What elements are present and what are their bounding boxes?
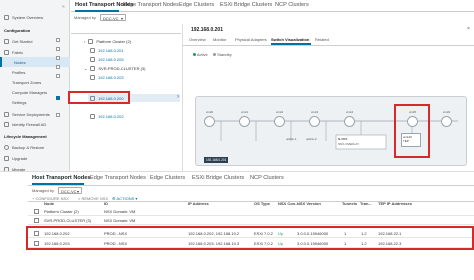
- tab-host-transport-nodes[interactable]: Host Transport Nodes: [32, 175, 90, 181]
- legend-standby: Standby: [213, 52, 232, 57]
- uplink-label: uplink-1: [286, 137, 297, 141]
- table-row[interactable]: Platform Cluster (2) NSX Domain: VM: [28, 207, 474, 216]
- host-icon: [90, 56, 95, 62]
- node-label: vmk1: [241, 110, 249, 114]
- app-window: « System Overview Configuration Get Star…: [0, 0, 474, 280]
- vmk-node-icon[interactable]: [344, 116, 355, 127]
- managed-by-select[interactable]: DCC-VC ▾: [100, 14, 126, 21]
- highlight-host-rows: [26, 226, 474, 250]
- column-header-tz[interactable]: Tran...: [360, 201, 372, 206]
- top-tab-bar: Host Transport Nodes Edge Transport Node…: [71, 0, 474, 12]
- host-icon: [90, 74, 95, 80]
- list-item[interactable]: 192.168.0.203: [90, 73, 124, 81]
- column-header-tunnels[interactable]: Tunnels: [342, 201, 357, 206]
- list-item[interactable]: ⌄ SVR-PROD-CLUSTER (3): [84, 64, 145, 72]
- node-label: vmk4: [346, 110, 354, 114]
- sidebar-heading-lifecycle: Lifecycle Management: [4, 134, 47, 139]
- uplink-label: uplink-2: [306, 137, 317, 141]
- row-checkbox[interactable]: [34, 209, 39, 214]
- tab-related[interactable]: Related: [315, 37, 329, 42]
- table-row[interactable]: SVR-PROD-CLUSTER (3) NSX Domain: VM: [28, 216, 474, 225]
- column-header-node[interactable]: Node: [44, 201, 54, 206]
- overview-icon: [4, 14, 9, 20]
- start-icon: [4, 38, 9, 44]
- tab-edge-transport-nodes[interactable]: Edge Transport Nodes: [90, 175, 146, 181]
- tab-ncp-clusters[interactable]: NCP Clusters: [250, 175, 284, 181]
- tab-ncp-clusters[interactable]: NCP Clusters: [275, 2, 309, 8]
- row-checkbox[interactable]: [56, 74, 60, 78]
- vmk-node-icon[interactable]: [274, 116, 285, 127]
- list-item[interactable]: 192.168.0.205: [90, 55, 124, 63]
- tab-monitor[interactable]: Monitor: [213, 37, 226, 42]
- sidebar-item-upgrade[interactable]: Upgrade: [0, 153, 70, 163]
- list-item[interactable]: 192.168.0.202: [90, 112, 124, 120]
- row-checkbox[interactable]: [56, 65, 60, 69]
- vmk-node-icon[interactable]: [441, 116, 452, 127]
- tab-overview[interactable]: Overview: [189, 37, 206, 42]
- tab-edge-clusters[interactable]: Edge Clusters: [179, 2, 214, 8]
- active-dot-icon: [193, 53, 196, 56]
- host-icon: [90, 113, 95, 119]
- list-item[interactable]: › Platform Cluster (2): [84, 37, 131, 45]
- chevron-down-icon: ▾: [120, 16, 123, 21]
- column-header-id[interactable]: ID: [104, 201, 108, 206]
- legend-active: Active: [193, 52, 208, 57]
- chevron-right-icon: ›: [84, 38, 86, 44]
- close-icon[interactable]: ×: [467, 26, 470, 32]
- column-header-tep[interactable]: TEP IP Addresses: [378, 201, 412, 206]
- node-label: vmk3: [311, 110, 319, 114]
- column-header-ip[interactable]: IP Address: [188, 201, 209, 206]
- collapse-sidebar-icon[interactable]: «: [62, 4, 65, 10]
- switch-label: N-VDS: [338, 137, 348, 141]
- column-header-con[interactable]: NSX Con...: [278, 201, 298, 206]
- tab-edge-clusters[interactable]: Edge Clusters: [150, 175, 185, 181]
- sidebar-item-system-overview[interactable]: System Overview: [0, 12, 70, 22]
- host-badge: 192.168.0.201: [204, 157, 229, 163]
- row-checkbox[interactable]: [56, 113, 60, 117]
- managed-by-select[interactable]: DCC-VC ▾: [58, 187, 82, 194]
- node-label: vmk2: [276, 110, 284, 114]
- column-header-version[interactable]: NSX Version: [297, 201, 321, 206]
- detail-title: 192.168.0.201: [191, 27, 223, 33]
- switch-sub-label: NSX-OVERLAY: [338, 142, 360, 146]
- tab-esxi-bridge-clusters[interactable]: ESXi Bridge Clusters: [220, 2, 272, 8]
- node-label: vmk6: [443, 110, 451, 114]
- highlight-tep-port: [394, 104, 430, 158]
- fabric-icon: [4, 49, 9, 55]
- cluster-icon: [90, 65, 96, 71]
- tab-physical-adapters[interactable]: Physical Adapters: [235, 37, 267, 42]
- active-tab-underline: [75, 10, 119, 12]
- row-checkbox-checked[interactable]: [56, 96, 60, 100]
- upgrade-icon: [4, 155, 9, 161]
- highlight-selected-host: [68, 91, 130, 104]
- vmk-node-icon[interactable]: [309, 116, 320, 127]
- sidebar-heading-configuration: Configuration: [4, 28, 31, 33]
- column-header-os[interactable]: OS Type: [254, 201, 270, 206]
- chevron-down-icon: ⌄: [84, 65, 88, 71]
- sidebar-item-backup-restore[interactable]: Backup & Restore: [0, 142, 70, 152]
- node-label: vmk0: [206, 110, 214, 114]
- managed-by-label: Managed by: [74, 15, 97, 20]
- tab-esxi-bridge-clusters[interactable]: ESXi Bridge Clusters: [192, 175, 244, 181]
- managed-by-label: Managed by: [32, 188, 55, 193]
- deploy-icon: [4, 111, 9, 117]
- chevron-right-icon: ›: [177, 94, 179, 100]
- chevron-down-icon: ▾: [76, 189, 79, 194]
- row-checkbox[interactable]: [56, 38, 60, 42]
- cluster-icon: [88, 38, 94, 44]
- sidebar-item-identity-firewall[interactable]: Identity Firewall AD: [0, 119, 70, 129]
- row-checkbox[interactable]: [56, 56, 60, 60]
- sidebar-item-transport-zones[interactable]: Transport Zones: [0, 77, 70, 87]
- vmk-node-icon[interactable]: [239, 116, 250, 127]
- vmk-node-icon[interactable]: [204, 116, 215, 127]
- host-icon: [90, 47, 95, 53]
- row-checkbox[interactable]: [56, 47, 60, 51]
- standby-dot-icon: [213, 53, 216, 56]
- firewall-icon: [4, 121, 9, 127]
- backup-icon: [4, 144, 9, 150]
- row-checkbox[interactable]: [34, 218, 39, 223]
- tab-switch-visualization[interactable]: Switch Visualization: [271, 37, 309, 42]
- list-item[interactable]: 192.168.0.201: [90, 46, 124, 54]
- tab-edge-transport-nodes[interactable]: Edge Transport Nodes: [123, 2, 179, 8]
